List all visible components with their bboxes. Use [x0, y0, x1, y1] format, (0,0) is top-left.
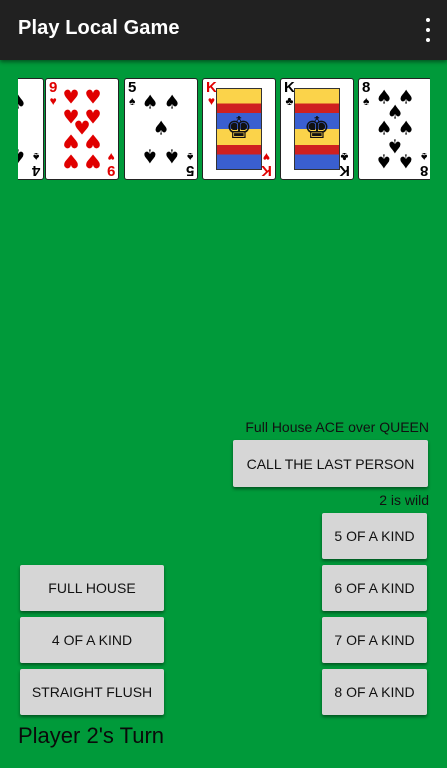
crown-icon: ♚ [225, 111, 253, 146]
card-rank: 9 [106, 162, 115, 179]
card-pips: ♠ ♠ ♠ ♠ ♠ ♠ ♠ ♠ [373, 85, 417, 173]
suit-pip-icon: ♠ [163, 144, 181, 167]
app-bar: Play Local Game [0, 0, 447, 60]
player-hand: 4♠4♠♠♠♠♠9♥9♥♥♥♥♥♥♥♥♥♥5♠5♠♠♠♠♠♠K♥K♥♚K♣K♣♚… [18, 78, 430, 182]
card-suit-icon: ♥ [263, 150, 271, 164]
king-face-art: ♚ [216, 88, 262, 170]
overflow-menu-icon[interactable] [421, 18, 435, 42]
suit-pip-icon: ♠ [375, 149, 393, 172]
suit-pip-icon: ♠ [141, 144, 159, 167]
suit-pip-icon: ♠ [163, 91, 181, 114]
card-rank: 8 [362, 79, 371, 96]
five-of-a-kind-button[interactable]: 5 OF A KIND [322, 513, 427, 559]
card-suit-icon: ♥ [107, 150, 115, 164]
card-rank: 8 [419, 162, 428, 179]
seven-of-a-kind-button[interactable]: 7 OF A KIND [322, 617, 427, 663]
playing-card: K ♣ K ♣ ♚ [280, 78, 354, 180]
full-house-button[interactable]: FULL HOUSE [20, 565, 164, 611]
card-suit-icon: ♠ [186, 150, 194, 164]
suit-pip-icon: ♠ [397, 149, 415, 172]
card-suit-icon: ♣ [340, 150, 349, 164]
suit-pip-icon: ♥ [62, 86, 80, 109]
call-last-person-button[interactable]: CALL THE LAST PERSON [233, 440, 428, 487]
crown-icon: ♚ [303, 111, 331, 146]
straight-flush-button[interactable]: STRAIGHT FLUSH [20, 669, 164, 715]
card-rank: 5 [128, 79, 137, 96]
suit-pip-icon: ♠ [18, 93, 27, 112]
card-index: 4 ♠ [31, 150, 40, 179]
playing-card: 8 ♠ 8 ♠ ♠ ♠ ♠ ♠ ♠ ♠ ♠ ♠ [358, 78, 430, 180]
turn-indicator: Player 2's Turn [18, 723, 165, 748]
card-pips: ♥ ♥ ♥ ♥ ♥ ♥ ♥ ♥ ♥ [60, 85, 104, 173]
six-of-a-kind-button[interactable]: 6 OF A KIND [322, 565, 427, 611]
suit-pip-icon: ♠ [152, 117, 170, 140]
card-suit-icon: ♠ [420, 150, 428, 164]
playing-card: K ♥ K ♥ ♚ [202, 78, 276, 180]
four-of-a-kind-button[interactable]: 4 OF A KIND [20, 617, 164, 663]
card-rank: 4 [31, 162, 40, 179]
card-index: 9 ♥ [49, 80, 57, 107]
suit-pip-icon: ♠ [141, 91, 159, 114]
card-suit-icon: ♥ [49, 94, 57, 108]
card-index: 8 ♠ [362, 80, 370, 107]
card-pips: ♠ ♠ ♠ ♠ ♠ [139, 85, 183, 173]
app-title: Play Local Game [18, 17, 180, 39]
card-index: 9 ♥ [106, 150, 115, 179]
card-suit-icon: ♠ [362, 94, 370, 108]
suit-pip-icon: ♥ [84, 86, 102, 109]
card-suit-icon: ♥ [207, 94, 215, 108]
suit-pip-icon: ♥ [84, 149, 102, 172]
suit-pip-icon: ♥ [62, 149, 80, 172]
suit-pip-icon: ♥ [84, 129, 102, 152]
card-index: 5 ♠ [128, 80, 136, 107]
card-index: K ♣ [339, 150, 350, 179]
card-rank: 5 [185, 162, 194, 179]
suit-pip-icon: ♠ [18, 145, 27, 167]
suit-pip-icon: ♥ [62, 129, 80, 152]
card-index: 8 ♠ [419, 150, 428, 179]
eight-of-a-kind-button[interactable]: 8 OF A KIND [322, 669, 427, 715]
playing-card: 9 ♥ 9 ♥ ♥ ♥ ♥ ♥ ♥ ♥ ♥ ♥ ♥ [45, 78, 119, 180]
card-suit-icon: ♠ [32, 150, 40, 164]
last-call-text: Full House ACE over QUEEN [245, 419, 429, 435]
card-rank: 9 [49, 79, 58, 96]
card-suit-icon: ♣ [285, 94, 294, 108]
card-suit-icon: ♠ [128, 94, 136, 108]
card-index: 5 ♠ [185, 150, 194, 179]
playing-card: 4♠4♠♠♠♠♠ [18, 78, 44, 180]
card-pips: ♠♠♠♠ [18, 85, 29, 173]
card-rank: K [339, 162, 350, 179]
king-face-art: ♚ [294, 88, 340, 170]
wild-card-text: 2 is wild [379, 492, 429, 508]
card-rank: K [261, 162, 272, 179]
card-index: K ♥ [261, 150, 272, 179]
playing-card: 5 ♠ 5 ♠ ♠ ♠ ♠ ♠ ♠ [124, 78, 198, 180]
